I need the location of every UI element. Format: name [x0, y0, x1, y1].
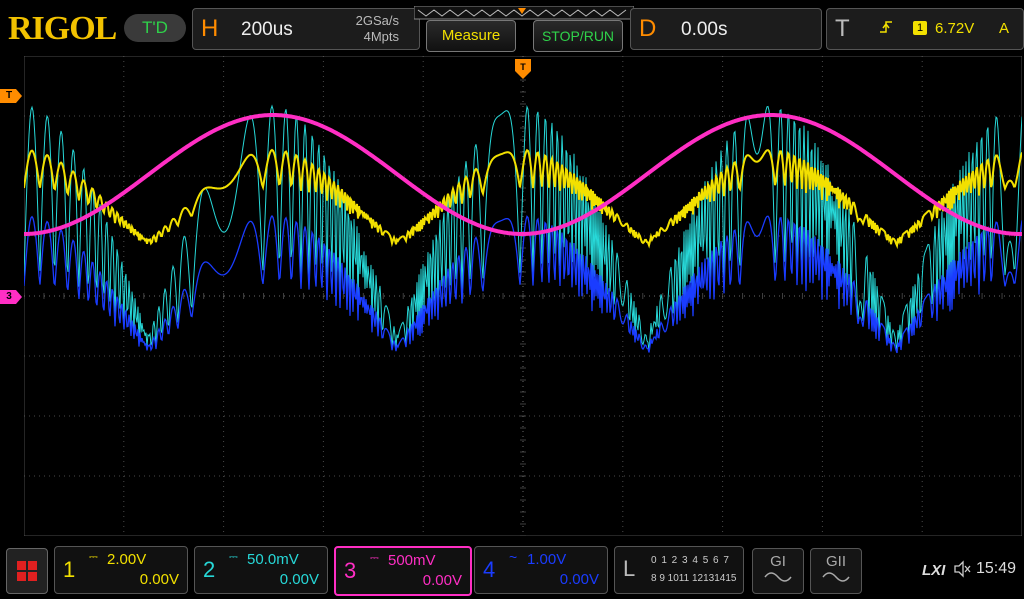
- sine-wave-icon: [822, 572, 850, 582]
- ch3-ground-marker-label: 3: [6, 291, 12, 302]
- waveform-display[interactable]: [24, 56, 1022, 536]
- logic-analyzer-box[interactable]: L 0 1 2 3 4 5 6 7 8 9 1011 12131415: [614, 546, 744, 594]
- rigol-logo: RIGOL: [8, 10, 117, 47]
- trigger-level-marker-label: T: [5, 90, 13, 101]
- trigger-level: 6.72V: [935, 20, 975, 37]
- horizontal-panel[interactable]: H 200us 2GSa/s 4Mpts: [192, 8, 420, 50]
- channel-2-offset: 0.00V: [279, 571, 319, 588]
- trigger-source: 1: [913, 21, 927, 35]
- generator-1-label: GI: [770, 553, 786, 570]
- svg-text:T: T: [520, 62, 526, 72]
- delay-letter: D: [639, 15, 657, 42]
- dc-coupling-icon: ⎓: [89, 551, 98, 563]
- channel-4-box[interactable]: 4 ~ 1.00V 0.00V: [474, 546, 608, 594]
- trigger-position-icon[interactable]: T: [515, 59, 531, 81]
- channel-2-box[interactable]: 2 ⎓ 50.0mV 0.00V: [194, 546, 328, 594]
- channel-3-offset: 0.00V: [422, 572, 462, 589]
- clock: 15:49: [976, 560, 1017, 577]
- trigger-position-strip: [414, 6, 634, 20]
- generator-1-button[interactable]: GI: [752, 548, 804, 594]
- channel-1-number: 1: [63, 557, 76, 582]
- trigger-mode: A: [999, 20, 1010, 37]
- generator-2-label: GII: [825, 553, 846, 570]
- delay-panel[interactable]: D 0.00s: [630, 8, 822, 50]
- sample-rate: 2GSa/s: [355, 13, 399, 28]
- generator-2-button[interactable]: GII: [810, 548, 862, 594]
- channel-2-scale: 50.0mV: [247, 551, 299, 568]
- main-menu-button[interactable]: [6, 548, 48, 594]
- channel-1-box[interactable]: 1 ⎓ 2.00V 0.00V: [54, 546, 188, 594]
- timebase-value: 200us: [241, 19, 293, 40]
- rising-edge-icon: [880, 21, 892, 33]
- horizontal-letter: H: [201, 15, 219, 42]
- logic-channels-row-1: 0 1 2 3 4 5 6 7: [651, 555, 730, 566]
- channel-2-number: 2: [203, 557, 216, 582]
- logic-channels-row-2: 8 9 1011 12131415: [651, 573, 737, 584]
- channel-4-scale: 1.00V: [527, 551, 567, 568]
- dc-coupling-icon: ⎓: [229, 551, 238, 563]
- channel-4-offset: 0.00V: [559, 571, 599, 588]
- sine-wave-icon: [764, 572, 792, 582]
- dc-coupling-icon: ⎓: [370, 552, 379, 564]
- channel-1-offset: 0.00V: [139, 571, 179, 588]
- channel-3-box[interactable]: 3 ⎓ 500mV 0.00V: [334, 546, 472, 596]
- channel-3-scale: 500mV: [388, 552, 436, 569]
- channel-1-scale: 2.00V: [107, 551, 147, 568]
- lxi-logo: LXI: [922, 562, 946, 579]
- stop-run-button[interactable]: STOP/RUN: [533, 20, 623, 52]
- ac-coupling-icon: ~: [509, 549, 518, 565]
- measure-button[interactable]: Measure: [426, 20, 516, 52]
- trigger-panel[interactable]: T 1 6.72V A: [826, 8, 1024, 50]
- speaker-muted-icon[interactable]: [953, 560, 971, 578]
- run-status-badge: T'D: [124, 14, 186, 42]
- trigger-letter: T: [835, 15, 850, 42]
- channel-3-number: 3: [344, 558, 357, 583]
- logic-letter: L: [623, 556, 636, 581]
- memory-depth: 4Mpts: [363, 29, 399, 44]
- channel-4-number: 4: [483, 557, 496, 582]
- delay-value: 0.00s: [681, 19, 728, 40]
